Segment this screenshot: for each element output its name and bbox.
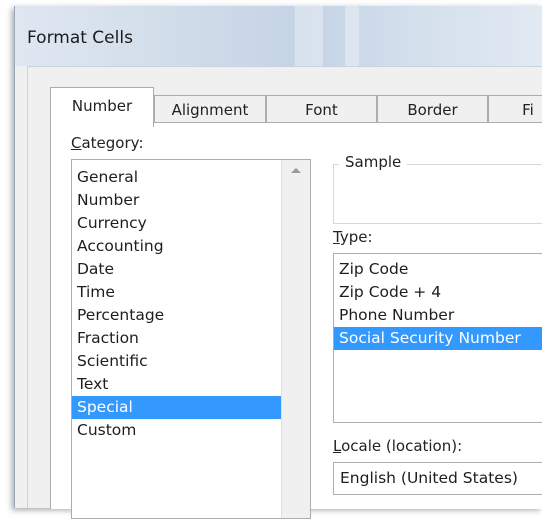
title-bar-glare <box>345 6 359 66</box>
category-item-date[interactable]: Date <box>72 258 282 281</box>
type-item-phone-number[interactable]: Phone Number <box>334 304 542 327</box>
tab-font[interactable]: Font <box>266 95 377 125</box>
category-label: Category: <box>71 134 144 152</box>
type-listbox[interactable]: Zip Code Zip Code + 4 Phone Number Socia… <box>333 253 542 423</box>
category-item-custom[interactable]: Custom <box>72 419 282 442</box>
locale-label: Locale (location): <box>333 437 463 455</box>
category-item-scientific[interactable]: Scientific <box>72 350 282 373</box>
category-item-special[interactable]: Special <box>72 396 282 419</box>
number-tab-panel: Category: General Number Currency Accoun… <box>50 122 542 519</box>
type-item-zip-code-plus-4[interactable]: Zip Code + 4 <box>334 281 542 304</box>
type-item-social-security-number[interactable]: Social Security Number <box>334 327 542 350</box>
category-item-percentage[interactable]: Percentage <box>72 304 282 327</box>
scroll-up-arrow-icon[interactable] <box>291 168 301 173</box>
category-item-number[interactable]: Number <box>72 189 282 212</box>
tab-alignment[interactable]: Alignment <box>154 95 266 125</box>
tab-border[interactable]: Border <box>377 95 488 125</box>
sample-box <box>333 164 542 224</box>
tab-fill[interactable]: Fi <box>488 95 542 125</box>
category-item-text[interactable]: Text <box>72 373 282 396</box>
type-item-zip-code[interactable]: Zip Code <box>334 258 542 281</box>
tab-number[interactable]: Number <box>50 87 154 127</box>
category-listbox[interactable]: General Number Currency Accounting Date … <box>71 159 311 519</box>
title-bar-glare <box>295 6 323 66</box>
title-bar[interactable]: Format Cells <box>15 6 542 66</box>
category-item-general[interactable]: General <box>72 166 282 189</box>
category-item-accounting[interactable]: Accounting <box>72 235 282 258</box>
type-label: Type: <box>333 228 373 246</box>
dialog-body: Number Alignment Font Border Fi Category… <box>27 66 542 519</box>
format-cells-dialog: Format Cells Number Alignment Font Borde… <box>14 6 542 519</box>
sample-label: Sample <box>339 153 408 171</box>
dialog-title: Format Cells <box>27 28 133 48</box>
category-item-time[interactable]: Time <box>72 281 282 304</box>
category-item-fraction[interactable]: Fraction <box>72 327 282 350</box>
locale-dropdown[interactable]: English (United States) <box>333 462 542 495</box>
category-scrollbar[interactable] <box>281 160 310 518</box>
category-item-currency[interactable]: Currency <box>72 212 282 235</box>
